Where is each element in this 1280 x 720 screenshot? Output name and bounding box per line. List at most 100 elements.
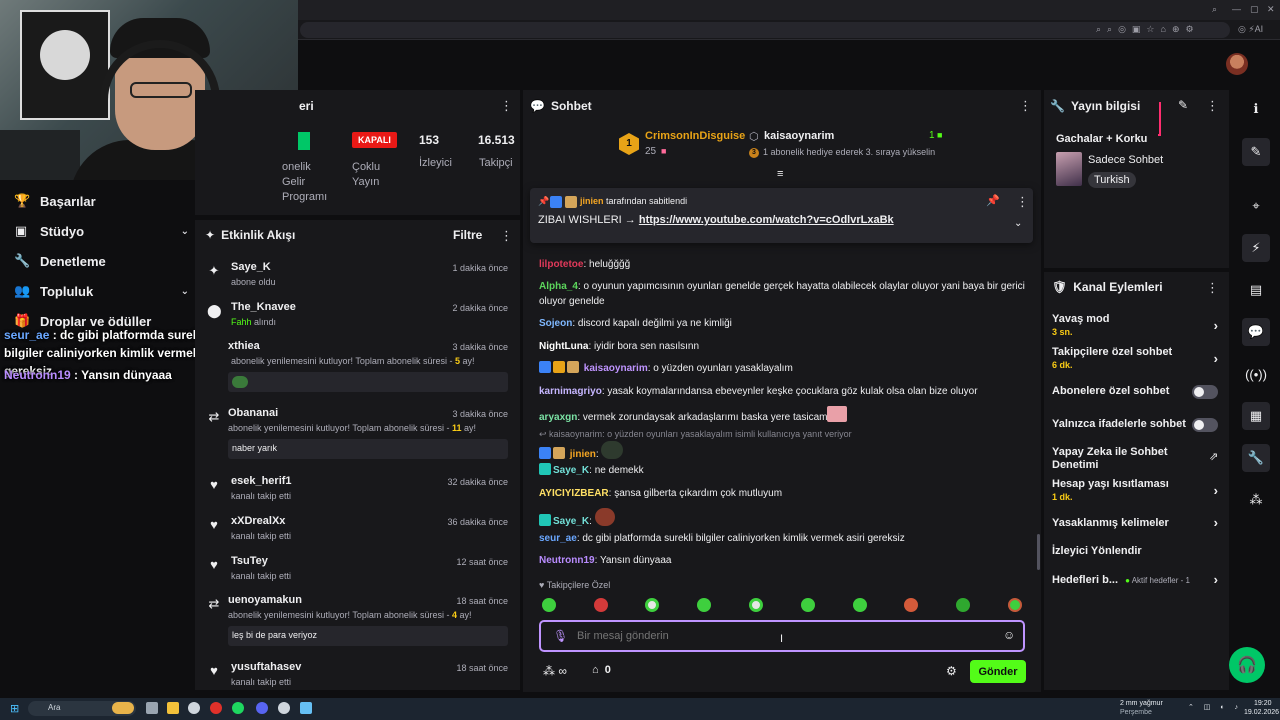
chat-username[interactable]: AYICIYIZBEAR [539,488,609,499]
chat-message[interactable]: Sojeon: discord kapalı değilmi ya ne kim… [539,316,1029,331]
feed-item[interactable]: ⇄ Obananai abonelik yenilemesini kutluyo… [195,406,520,462]
steam-icon[interactable] [300,702,312,714]
feed-item[interactable]: ♥ yusuftahasev kanalı takip etti 18 saat… [195,660,520,690]
channel-points[interactable]: ⁂ ∞ [543,664,567,678]
feed-username[interactable]: The_Knavee [231,301,296,313]
feed-username[interactable]: TsuTey [231,555,268,567]
pinned-message[interactable]: 📌 jinien tarafından sabitlendi 📌 ⋮ ZIBAI… [530,188,1033,243]
chat-username[interactable]: aryaxgn [539,412,577,423]
action-raid[interactable]: İzleyici Yönlendir [1052,545,1222,558]
filter-button[interactable]: Filtre [453,228,482,242]
top-gifter-name[interactable]: CrimsonInDisguise [645,130,745,142]
action-account-age[interactable]: Hesap yaşı kısıtlaması 1 dk. › [1052,478,1222,504]
kebab-menu-icon[interactable]: ⋮ [1206,98,1219,114]
nav-item-moderation[interactable]: 🔧 Denetleme [14,250,189,272]
chat-username[interactable]: Sojeon [539,318,572,329]
search-icon[interactable]: ⌕ [1212,4,1217,15]
spotify-icon[interactable] [232,702,244,714]
chat-message[interactable]: lilpotetoe: heluğğğğ [539,257,1029,272]
emote-icon[interactable] [801,598,815,612]
microphone-icon[interactable]: 🎙 [553,629,568,643]
nav-item-achievements[interactable]: 🏆 Başarılar [14,190,189,212]
chat-message[interactable]: Saye_K: [539,508,1029,529]
emotes-only-toggle[interactable] [1192,418,1218,432]
emote-icon[interactable] [749,598,763,612]
wrench-icon[interactable]: 🔧 [1242,444,1270,472]
clock-time[interactable]: 19:20 [1254,700,1272,707]
ai-button[interactable]: ◎ ⚡AI [1238,24,1263,35]
opera-icon[interactable] [210,702,222,714]
gift-user-name[interactable]: kaisaoynarim [764,130,834,142]
edit-icon[interactable]: ✎ [1178,98,1188,112]
chat-username[interactable]: Saye_K [553,516,589,527]
unpin-icon[interactable]: 📌 [986,194,1000,207]
feed-username[interactable]: yusuftahasev [231,661,301,673]
pinned-by-user[interactable]: jinien [580,196,604,206]
info-icon[interactable]: ℹ [1242,95,1270,123]
chat-message[interactable]: NightLuna: iyidir bora sen nasılsınn [539,339,1029,354]
avatar[interactable] [1226,53,1248,75]
chat-message[interactable]: Saye_K: ne demekk [539,463,1029,478]
feed-username[interactable]: Saye_K [231,261,271,273]
pinned-link[interactable]: https://www.youtube.com/watch?v=cOdlvrLx… [639,214,894,226]
maximize-button[interactable]: ▢ [1250,4,1259,15]
target-icon[interactable]: ⌖ [1242,192,1270,220]
chat-scrollbar[interactable] [1037,534,1040,570]
external-link-icon[interactable]: ⇗ [1209,450,1218,463]
emote-icon[interactable] [645,598,659,612]
chat-username[interactable]: NightLuna [539,341,588,352]
broadcast-icon[interactable]: ((•)) [1242,360,1270,388]
chat-username[interactable]: jinien [570,449,596,460]
emote-icon[interactable] [542,598,556,612]
chat-message[interactable]: kaisaoynarim: o yüzden oyunları yasaklay… [539,361,1029,376]
kebab-menu-icon[interactable]: ⋮ [500,228,513,244]
action-subscribers-only[interactable]: Abonelere özel sohbet [1052,385,1222,399]
clock-date[interactable]: 19.02.2026 [1244,709,1279,716]
chat-username[interactable]: Neutronn19 [539,555,595,566]
extension-icons[interactable]: ⌕⌕◎▣☆⌂⊕⚙ [1096,24,1200,35]
action-followers-only[interactable]: Takipçilere özel sohbet 6 dk. › [1052,346,1222,372]
minimize-button[interactable]: — [1232,4,1241,14]
feed-username[interactable]: xXDrealXx [231,515,285,527]
chat-username[interactable]: karnimagriyo [539,386,602,397]
address-bar[interactable]: ⌕⌕◎▣☆⌂⊕⚙ [300,22,1230,38]
subscribers-only-toggle[interactable] [1192,385,1218,399]
chat-message[interactable]: karnimagriyo: yasak koymalarındansa ebev… [539,384,1029,399]
language-tag[interactable]: Turkish [1088,172,1136,188]
discord-icon[interactable] [256,702,268,714]
chat-username[interactable]: lilpotetoe [539,259,583,270]
feed-item[interactable]: ⇄ uenoyamakun abonelik yenilemesini kutl… [195,593,520,649]
points-icon[interactable]: ⁂ [1242,486,1270,514]
feed-item[interactable]: ♥ xXDrealXx kanalı takip etti 36 dakika … [195,514,520,550]
tray-icons[interactable]: ⌃ ◫ ◐ ♪ [1188,703,1242,711]
windows-start-icon[interactable]: ⊞ [10,702,19,715]
emote-icon[interactable] [1008,598,1022,612]
emote-icon[interactable] [956,598,970,612]
chat-message[interactable]: seur_ae: dc gibi platformda surekli bilg… [539,531,1029,546]
emote-icon[interactable] [853,598,867,612]
edit-icon[interactable]: ✎ [1242,138,1270,166]
category-thumbnail[interactable] [1056,152,1082,186]
chat-message[interactable]: AYICIYIZBEAR: şansa gilberta çıkardım ço… [539,486,1029,501]
emote-icon[interactable] [697,598,711,612]
chevron-down-icon[interactable]: ⌄ [1014,218,1022,229]
kebab-menu-icon[interactable]: ⋮ [1019,98,1032,114]
weather-text[interactable]: 2 mm yağmur [1120,700,1163,707]
feed-username[interactable]: Obananai [228,407,278,419]
feed-username[interactable]: xthiea [228,340,260,352]
action-ai-moderation[interactable]: Yapay Zeka ile Sohbet Denetimi [1052,446,1192,472]
category-name[interactable]: Sadece Sohbet [1088,154,1163,166]
status-badge[interactable]: KAPALI [352,132,397,148]
chat-message[interactable]: Neutronn19: Yansın dünyaaa [539,553,1029,568]
kebab-menu-icon[interactable]: ⋮ [500,98,513,114]
nav-item-community[interactable]: 👥 Topluluk ⌄ [14,280,189,302]
nav-item-studio[interactable]: ▣ Stüdyo ⌄ [14,220,189,242]
message-field[interactable] [577,628,977,644]
feed-item[interactable]: ♥ TsuTey kanalı takip etti 12 saat önce [195,554,520,590]
emote-icon[interactable] [594,598,608,612]
feed-item[interactable]: ⬤ The_Knavee Fahh alındı 2 dakika önce [195,300,520,336]
action-emotes-only[interactable]: Yalnızca ifadelerle sohbet [1052,418,1222,432]
close-button[interactable]: ✕ [1267,4,1275,15]
reply-reference[interactable]: ↩ kaisaoynarim: o yüzden oyunları yasakl… [539,429,852,440]
lightning-icon[interactable]: ⚡ [1242,234,1270,262]
